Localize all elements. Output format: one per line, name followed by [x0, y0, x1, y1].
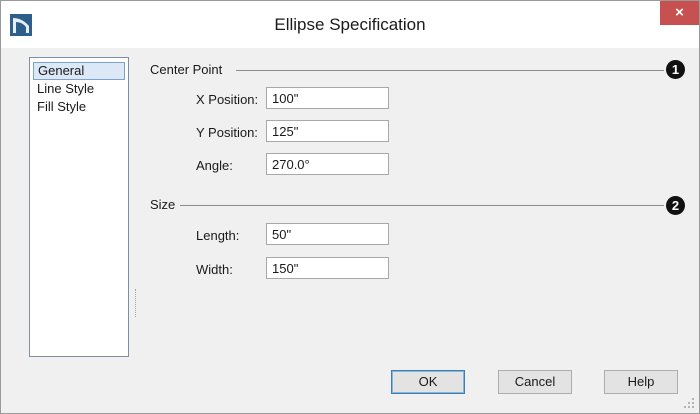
- category-list[interactable]: General Line Style Fill Style: [29, 57, 129, 357]
- center-point-divider: [236, 70, 664, 71]
- list-item-line-style[interactable]: Line Style: [33, 80, 125, 98]
- center-point-group-label: Center Point: [150, 62, 223, 77]
- angle-field[interactable]: [266, 153, 389, 175]
- callout-1: 1: [666, 60, 685, 79]
- cancel-button[interactable]: Cancel: [498, 370, 572, 394]
- close-icon: ×: [675, 4, 684, 21]
- length-label: Length:: [196, 228, 240, 243]
- list-item-fill-style[interactable]: Fill Style: [33, 98, 125, 116]
- length-field[interactable]: [266, 223, 389, 245]
- ellipse-specification-dialog: Ellipse Specification × General Line Sty…: [0, 0, 700, 414]
- y-position-field[interactable]: [266, 120, 389, 142]
- title-bar[interactable]: Ellipse Specification ×: [1, 1, 699, 48]
- size-group-label: Size: [150, 197, 176, 212]
- ok-button[interactable]: OK: [391, 370, 465, 394]
- splitter-handle[interactable]: [135, 289, 137, 317]
- help-button[interactable]: Help: [604, 370, 678, 394]
- window-title: Ellipse Specification: [274, 15, 426, 34]
- resize-grip-icon[interactable]: [683, 397, 695, 409]
- width-label: Width:: [196, 262, 233, 277]
- x-position-field[interactable]: [266, 87, 389, 109]
- x-position-label: X Position:: [196, 92, 259, 107]
- list-item-general[interactable]: General: [33, 62, 125, 80]
- close-button[interactable]: ×: [660, 1, 699, 25]
- y-position-label: Y Position:: [196, 125, 258, 140]
- size-divider: [180, 205, 664, 206]
- angle-label: Angle:: [196, 158, 233, 173]
- width-field[interactable]: [266, 257, 389, 279]
- callout-2: 2: [666, 196, 685, 215]
